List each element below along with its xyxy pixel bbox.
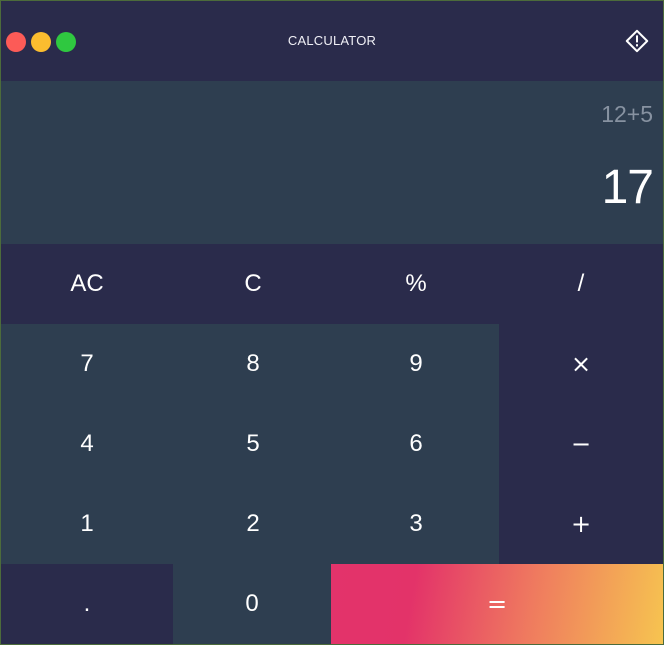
digit-2-button[interactable]: 2 xyxy=(173,484,333,564)
warning-button[interactable] xyxy=(625,29,649,53)
digit-7-button[interactable]: 7 xyxy=(1,324,173,404)
decimal-button[interactable]: . xyxy=(1,564,173,644)
equals-button[interactable]: = xyxy=(331,564,663,644)
calculator-display: 12+5 17 xyxy=(1,81,663,244)
digit-4-button[interactable]: 4 xyxy=(1,404,173,484)
digit-9-button[interactable]: 9 xyxy=(333,324,499,404)
expression-text: 12+5 xyxy=(601,101,653,127)
digit-3-button[interactable]: 3 xyxy=(333,484,499,564)
percent-button[interactable]: % xyxy=(333,244,499,324)
multiply-button[interactable]: × xyxy=(499,324,663,404)
title-bar: CALCULATOR xyxy=(1,1,663,81)
window-title: CALCULATOR xyxy=(287,33,377,48)
ac-button[interactable]: AC xyxy=(1,244,173,324)
keypad: AC C % / 7 8 9 × 4 5 6 − 1 2 3 + . 0 = xyxy=(1,244,663,644)
warning-diamond-icon xyxy=(625,29,649,53)
digit-8-button[interactable]: 8 xyxy=(173,324,333,404)
digit-1-button[interactable]: 1 xyxy=(1,484,173,564)
result-text: 17 xyxy=(601,161,654,214)
digit-0-button[interactable]: 0 xyxy=(173,564,331,644)
minus-button[interactable]: − xyxy=(499,404,663,484)
calculator-window: CALCULATOR 12+5 17 AC C % / 7 8 9 × 4 5 … xyxy=(0,0,664,645)
digit-6-button[interactable]: 6 xyxy=(333,404,499,484)
plus-button[interactable]: + xyxy=(499,484,663,564)
digit-5-button[interactable]: 5 xyxy=(173,404,333,484)
divide-button[interactable]: / xyxy=(499,244,663,324)
clear-button[interactable]: C xyxy=(173,244,333,324)
